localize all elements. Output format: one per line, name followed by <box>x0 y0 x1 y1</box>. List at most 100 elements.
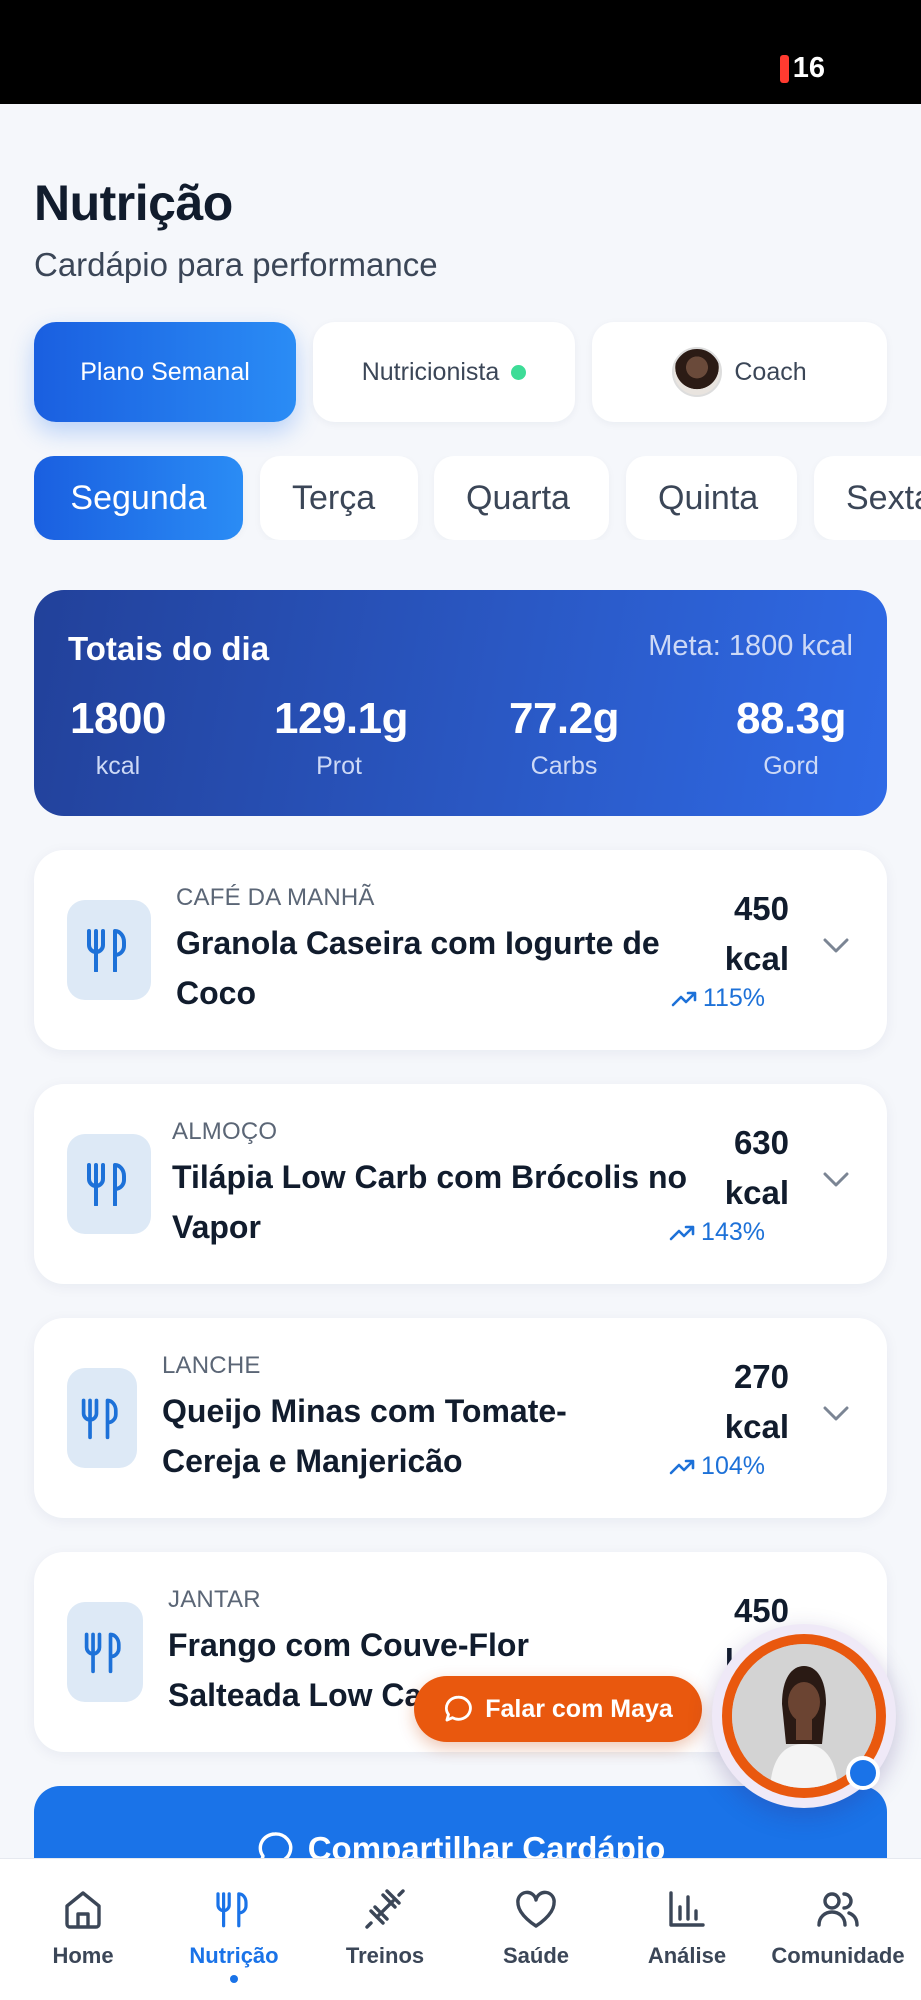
metric-value: 77.2g <box>508 694 620 743</box>
metric-value: 129.1g <box>274 694 408 743</box>
page-header: Nutrição Cardápio para performance <box>34 174 438 284</box>
trend-up-icon <box>669 1459 695 1474</box>
bar-chart-icon <box>612 1885 762 1933</box>
meal-name: Tilápia Low Carb com Brócolis no Vapor <box>172 1159 688 1245</box>
metric-label: Gord <box>763 752 819 780</box>
tab-saude[interactable]: Saúde <box>461 1885 611 1969</box>
tab-analise[interactable]: Análise <box>612 1885 762 1969</box>
utensils-icon <box>67 1602 143 1702</box>
meal-percent: 143% <box>669 1218 765 1247</box>
meal-calories: 450 kcal <box>679 884 789 984</box>
day-tab-segunda[interactable]: Segunda <box>34 456 243 540</box>
tab-label: Home <box>52 1943 114 1968</box>
chevron-down-icon[interactable] <box>823 1172 849 1188</box>
segment-coach-label: Coach <box>734 357 807 386</box>
meal-name: Queijo Minas com Tomate-Cereja e Manjeri… <box>162 1393 567 1479</box>
metric-value: 88.3g <box>735 694 847 743</box>
heart-icon <box>461 1885 611 1933</box>
day-selector: Segunda Terça Quarta Quinta Sexta <box>34 456 921 540</box>
utensils-icon <box>67 1368 137 1468</box>
day-tab-quarta[interactable]: Quarta <box>434 456 609 540</box>
meal-card-snack[interactable]: LANCHE Queijo Minas com Tomate-Cereja e … <box>34 1318 887 1518</box>
users-icon <box>763 1885 913 1933</box>
meal-card-breakfast[interactable]: CAFÉ DA MANHÃ Granola Caseira com Iogurt… <box>34 850 887 1050</box>
online-status-dot <box>511 364 527 380</box>
meal-percent-value: 143% <box>701 1218 765 1246</box>
utensils-icon <box>159 1885 309 1933</box>
metric-protein: 129.1g Prot <box>274 694 408 781</box>
tab-label: Saúde <box>502 1943 570 1968</box>
segment-coach[interactable]: Coach <box>592 322 887 422</box>
tab-label: Nutrição <box>189 1943 279 1968</box>
meal-calories: 630 kcal <box>679 1118 789 1218</box>
day-tab-terca[interactable]: Terça <box>260 456 418 540</box>
meal-kcal-unit: kcal <box>724 1174 789 1211</box>
meal-category: LANCHE <box>162 1352 261 1379</box>
view-segments: Plano Semanal Nutricionista Coach <box>34 322 887 422</box>
active-tab-indicator <box>230 1975 238 1983</box>
metric-fat: 88.3g Gord <box>728 694 854 781</box>
utensils-icon <box>67 900 151 1000</box>
meal-percent-value: 104% <box>701 1452 765 1480</box>
daily-totals-card: Totais do dia Meta: 1800 kcal 1800 kcal … <box>34 590 887 816</box>
battery-indicator: 16 <box>779 52 825 85</box>
trend-up-icon <box>671 991 697 1006</box>
totals-title: Totais do dia <box>68 630 270 667</box>
metric-kcal: 1800 kcal <box>68 694 168 781</box>
day-label: Terça <box>292 478 376 517</box>
day-label: Sexta <box>846 478 921 517</box>
meal-kcal-value: 270 <box>733 1358 789 1395</box>
tab-label: Treinos <box>345 1943 425 1968</box>
day-label: Segunda <box>70 478 207 517</box>
meal-kcal-value: 450 <box>733 890 789 927</box>
meal-kcal-unit: kcal <box>724 940 789 977</box>
day-tab-sexta[interactable]: Sexta <box>814 456 921 540</box>
talk-to-maya-button[interactable]: Falar com Maya <box>414 1676 702 1742</box>
page-subtitle: Cardápio para performance <box>34 246 438 283</box>
segment-nutritionist[interactable]: Nutricionista <box>313 322 575 422</box>
meal-percent-value: 115% <box>702 984 765 1012</box>
day-tab-quinta[interactable]: Quinta <box>626 456 797 540</box>
metric-label: Carbs <box>530 752 598 780</box>
tab-comunidade[interactable]: Comunidade <box>763 1885 913 1969</box>
meal-kcal-unit: kcal <box>724 1408 789 1445</box>
home-icon <box>8 1885 158 1933</box>
maya-avatar[interactable] <box>712 1624 896 1808</box>
page-title: Nutrição <box>34 175 233 231</box>
meal-category: JANTAR <box>168 1586 261 1613</box>
utensils-icon <box>67 1134 151 1234</box>
metric-label: Prot <box>316 752 362 780</box>
meal-name: Granola Caseira com Iogurte de Coco <box>176 925 660 1011</box>
meal-calories: 270 kcal <box>679 1352 789 1452</box>
meal-percent: 104% <box>669 1452 765 1481</box>
status-bar: 16 <box>0 0 921 104</box>
chevron-down-icon[interactable] <box>823 1406 849 1422</box>
day-label: Quarta <box>466 478 570 517</box>
meal-category: CAFÉ DA MANHÃ <box>176 884 375 911</box>
segment-plan[interactable]: Plano Semanal <box>34 322 296 422</box>
battery-level: 16 <box>792 52 825 84</box>
battery-icon <box>779 54 789 83</box>
day-label: Quinta <box>658 478 759 517</box>
segment-nutritionist-label: Nutricionista <box>361 357 500 386</box>
metric-value: 1800 <box>70 694 166 743</box>
totals-goal: Meta: 1800 kcal <box>648 630 853 662</box>
metric-carbs: 77.2g Carbs <box>504 694 624 781</box>
online-badge <box>846 1756 880 1790</box>
tab-label: Comunidade <box>771 1943 905 1968</box>
trend-up-icon <box>669 1225 695 1240</box>
maya-button-label: Falar com Maya <box>485 1694 673 1723</box>
metric-label: kcal <box>95 752 141 780</box>
bottom-tab-bar: Home Nutrição Treinos Saúde Análise Comu… <box>0 1858 921 2000</box>
tab-treinos[interactable]: Treinos <box>310 1885 460 1969</box>
chevron-down-icon[interactable] <box>823 938 849 954</box>
meal-card-lunch[interactable]: ALMOÇO Tilápia Low Carb com Brócolis no … <box>34 1084 887 1284</box>
tab-label: Análise <box>647 1943 727 1968</box>
segment-plan-label: Plano Semanal <box>80 357 250 386</box>
tab-nutricao[interactable]: Nutrição <box>159 1885 309 1983</box>
chat-bubble-icon <box>445 1695 473 1722</box>
meal-category: ALMOÇO <box>172 1118 278 1145</box>
coach-avatar <box>672 347 723 397</box>
meal-kcal-value: 630 <box>733 1124 789 1161</box>
tab-home[interactable]: Home <box>8 1885 158 1969</box>
